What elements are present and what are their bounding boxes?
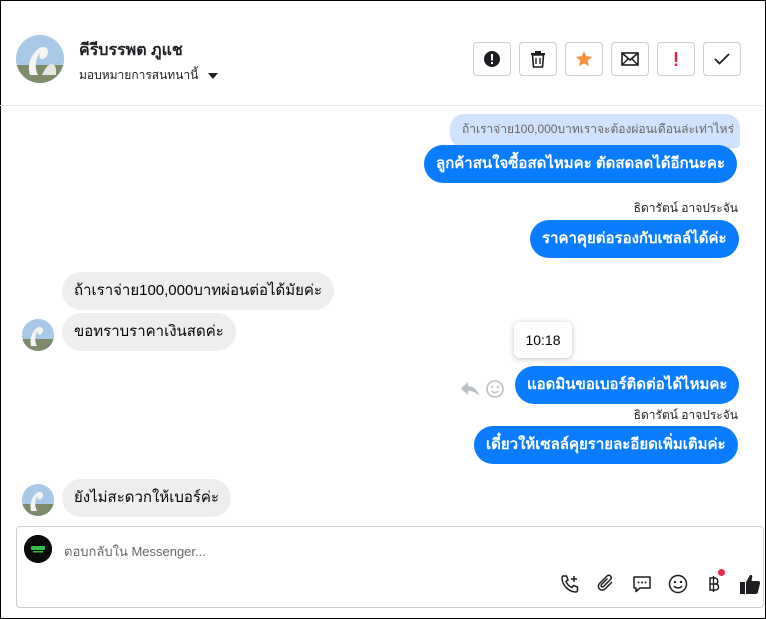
outgoing-message[interactable]: ราคาคุยต่อรองกับเซลล์ได้ค่ะ [530,220,739,258]
done-button[interactable] [703,42,741,76]
reply-icon[interactable] [460,380,480,398]
contact-avatar-small [22,319,54,351]
sender-name: ธิดารัตน์ อาจประจัน [633,201,738,215]
timestamp-tooltip: 10:18 [514,322,572,358]
chevron-down-icon [208,72,219,79]
call-add-button[interactable] [558,572,582,596]
contact-avatar[interactable] [16,35,64,83]
emoji-icon [668,574,688,594]
delete-button[interactable] [519,42,557,76]
saved-reply-icon [633,576,651,593]
assign-conversation-dropdown[interactable]: มอบหมายการสนทนานี้ [79,66,219,85]
paperclip-icon [597,574,613,591]
incoming-message[interactable]: ขอทราบราคาเงินสดค่ะ [62,313,236,351]
incoming-message[interactable]: ถ้าเราจ่าย100,000บาทผ่อนต่อได้มัยค่ะ [62,272,335,310]
emoji-button[interactable] [666,572,690,596]
baht-payment-icon [709,576,720,592]
mark-unread-button[interactable] [611,42,649,76]
outgoing-message[interactable]: ลูกค้าสนใจซื้อสดไหมคะ ตัดสดลดได้อีกนะคะ [424,145,738,183]
trash-icon [531,51,545,68]
notification-dot [718,569,725,576]
incoming-message[interactable]: ยังไม่สะดวกให้เบอร์ค่ะ [62,479,232,517]
envelope-icon [621,52,639,66]
contact-avatar-small [22,484,54,516]
alert-circle-icon [484,51,500,67]
assign-label: มอบหมายการสนทนานี้ [79,68,199,82]
action-toolbar [473,42,741,76]
saved-reply-button[interactable] [630,572,654,596]
reply-quote: ถ้าเราจ่าย100,000บาทเราจะต้องผ่อนเดือนล่… [450,114,740,148]
page-logo [24,535,52,563]
outgoing-message[interactable]: แอดมินขอเบอร์ติดต่อได้ไหมคะ [515,366,740,404]
check-icon [714,53,730,65]
message-tools [460,380,504,398]
react-emoji-icon[interactable] [486,380,504,398]
follow-up-button[interactable] [657,42,695,76]
exclamation-icon [674,52,678,66]
composer-toolbar [558,569,762,596]
thumbs-up-icon [740,574,761,594]
spam-button[interactable] [473,42,511,76]
payment-button[interactable] [702,569,726,596]
sender-name: ธิดารัตน์ อาจประจัน [633,408,738,422]
star-icon [576,51,592,67]
phone-add-icon [561,575,579,593]
attach-button[interactable] [594,572,618,596]
like-button[interactable] [738,572,762,596]
outgoing-message[interactable]: เดี๋ยวให้เซลล์คุยรายละอียดเพิ่มเติมค่ะ [474,426,738,464]
star-button[interactable] [565,42,603,76]
reply-input[interactable]: ตอบกลับใน Messenger... [64,541,206,562]
contact-name[interactable]: คีรีบรรพต ภูแช [79,38,183,63]
conversation-header: คีรีบรรพต ภูแช มอบหมายการสนทนานี้ [0,12,764,106]
